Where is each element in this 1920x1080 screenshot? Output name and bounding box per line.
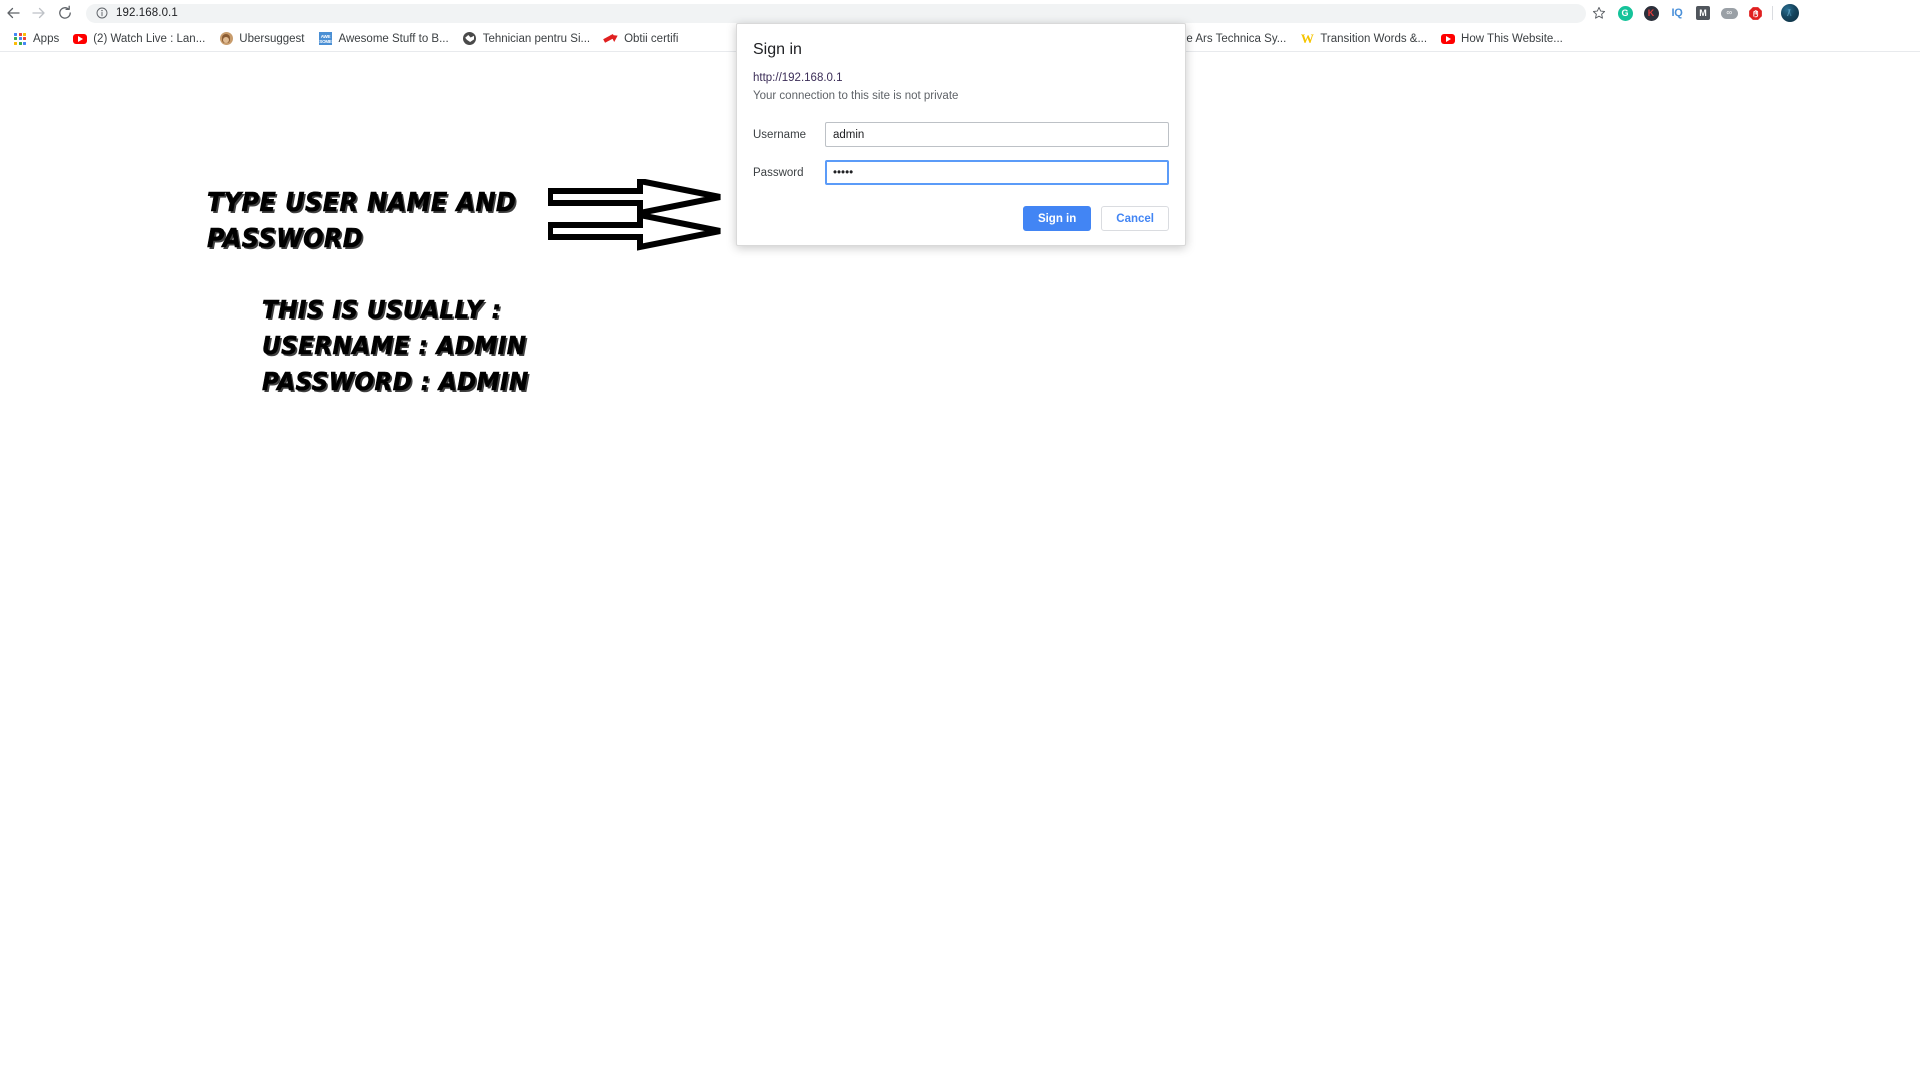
bookmark-awesome-stuff[interactable]: AWE SOME Awesome Stuff to B... — [312, 29, 456, 49]
bookmark-label: Awesome Stuff to B... — [338, 32, 449, 45]
bookmark-label: Transition Words &... — [1320, 32, 1428, 45]
browser-window: 192.168.0.1 G K IQ M ∞ Apps (2) Watch Li… — [0, 0, 1920, 1080]
adblock-extension-icon[interactable] — [1742, 0, 1768, 26]
bookmark-ubersuggest[interactable]: Ubersuggest — [212, 29, 311, 49]
pointer-arrow-bottom — [547, 211, 721, 251]
username-row: Username — [753, 122, 1169, 147]
annotation-instruction: TYPE USER NAME AND PASSWORD — [207, 188, 517, 255]
bookmark-label: Tehnician pentru Si... — [482, 32, 591, 45]
awesome-icon: AWE SOME — [319, 32, 333, 45]
dialog-security-warning: Your connection to this site is not priv… — [753, 90, 959, 102]
apps-grid-icon — [13, 32, 27, 46]
mailtrack-extension-icon[interactable]: M — [1690, 0, 1716, 26]
dialog-origin-url: http://192.168.0.1 — [753, 72, 843, 84]
bookmark-label: (2) Watch Live : Lan... — [93, 32, 206, 45]
wordstream-icon: W — [1300, 31, 1314, 46]
info-circle-icon[interactable] — [96, 7, 108, 19]
bookmark-star-icon[interactable] — [1586, 0, 1612, 26]
bookmark-how-this-website[interactable]: How This Website... — [1434, 29, 1570, 49]
annotation-credentials-hint: THIS IS USUALLY : USERNAME : ADMIN PASSW… — [262, 295, 529, 397]
grammarly-extension-icon[interactable]: G — [1612, 0, 1638, 26]
bookmark-obtii-certifi[interactable]: Obtii certifi — [597, 29, 685, 49]
profile-avatar[interactable] — [1777, 0, 1803, 26]
red-arrow-icon — [604, 32, 618, 46]
sign-in-dialog: Sign in http://192.168.0.1 Your connecti… — [736, 23, 1186, 246]
seoquake-extension-icon[interactable]: IQ — [1664, 0, 1690, 26]
bookmark-label: Ubersuggest — [239, 32, 305, 45]
globe-icon — [463, 32, 477, 46]
dialog-title: Sign in — [753, 41, 802, 58]
toolbar-divider — [1772, 6, 1773, 20]
bookmark-apps[interactable]: Apps — [6, 29, 66, 49]
address-bar-url: 192.168.0.1 — [116, 7, 178, 19]
pointer-arrow-top — [547, 177, 721, 217]
toolbar-right-cluster: G K IQ M ∞ — [1586, 0, 1811, 26]
sign-in-button[interactable]: Sign in — [1022, 206, 1092, 231]
password-input[interactable] — [825, 160, 1169, 185]
password-label: Password — [753, 166, 804, 179]
cancel-button[interactable]: Cancel — [1101, 206, 1169, 231]
bookmark-transition-words[interactable]: W Transition Words &... — [1293, 29, 1434, 49]
dialog-actions: Sign in Cancel — [753, 206, 1169, 231]
bookmark-label: How This Website... — [1461, 32, 1563, 45]
pointer-arrows — [547, 177, 728, 264]
back-button[interactable] — [0, 0, 26, 26]
infinity-extension-icon[interactable]: ∞ — [1716, 0, 1742, 26]
bookmark-label: Obtii certifi — [624, 32, 679, 45]
youtube-icon — [1441, 32, 1456, 46]
reload-button[interactable] — [52, 0, 78, 26]
bookmark-label: Apps — [33, 32, 60, 45]
password-row: Password — [753, 160, 1169, 185]
address-bar[interactable]: 192.168.0.1 — [86, 3, 1586, 23]
username-input[interactable] — [825, 122, 1169, 147]
forward-button[interactable] — [26, 0, 52, 26]
username-label: Username — [753, 128, 807, 141]
youtube-icon — [73, 32, 88, 46]
bookmark-tehnician[interactable]: Tehnician pentru Si... — [456, 29, 597, 49]
bookmark-label: The Ars Technica Sy... — [1172, 32, 1287, 45]
ubersuggest-icon — [219, 32, 233, 46]
bookmark-watch-live[interactable]: (2) Watch Live : Lan... — [66, 29, 212, 49]
keywords-everywhere-extension-icon[interactable]: K — [1638, 0, 1664, 26]
